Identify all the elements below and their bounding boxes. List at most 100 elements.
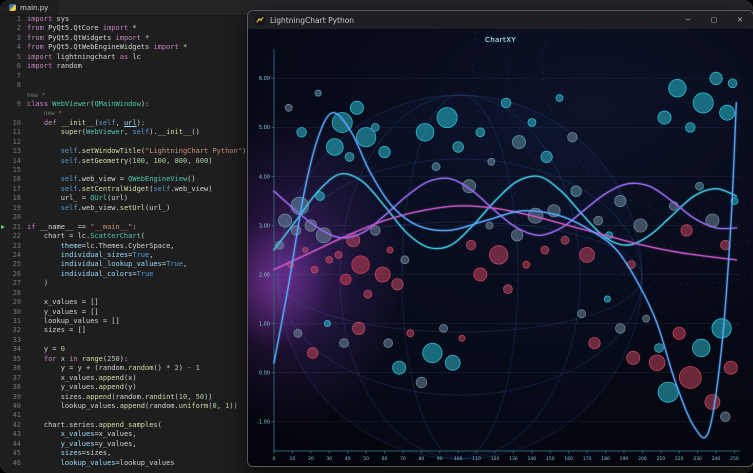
scatter-point <box>474 268 487 281</box>
scatter-point <box>440 324 448 332</box>
line-number[interactable]: 8 <box>0 81 27 90</box>
codelens-label[interactable]: new * <box>27 109 62 118</box>
line-number[interactable]: 20 <box>0 213 27 222</box>
line-number[interactable]: 11 <box>0 128 27 137</box>
chart-canvas[interactable]: ChartXY -1.000.001.002.003.004.005.006.0… <box>248 29 753 466</box>
line-number[interactable]: 21 <box>0 223 27 232</box>
scatter-point <box>423 343 442 362</box>
code-token: lookup_values = [] <box>27 317 120 325</box>
scatter-point <box>556 95 563 102</box>
run-marker-icon[interactable] <box>1 225 5 229</box>
x-tick-label: 120 <box>491 456 500 462</box>
minimize-button[interactable]: ─ <box>675 11 701 29</box>
scatter-point <box>604 296 610 302</box>
line-number[interactable]: 13 <box>0 147 27 156</box>
scatter-point <box>453 142 464 153</box>
code-token: self <box>61 185 78 193</box>
code-token: sys <box>52 15 69 23</box>
line-number[interactable]: 44 <box>0 440 27 449</box>
code-token: () <box>187 175 195 183</box>
line-number[interactable]: 29 <box>0 298 27 307</box>
line-number[interactable]: 17 <box>0 185 27 194</box>
line-number[interactable]: 25 <box>0 260 27 269</box>
line-number[interactable]: 46 <box>0 459 27 468</box>
line-number[interactable]: 24 <box>0 251 27 260</box>
line-number[interactable]: 26 <box>0 270 27 279</box>
code-token: append <box>120 402 145 410</box>
code-token: , <box>166 157 174 165</box>
x-tick-label: 190 <box>620 456 629 462</box>
line-number[interactable]: 37 <box>0 374 27 383</box>
line-number[interactable]: 30 <box>0 308 27 317</box>
y-tick-label: 3.00 <box>259 223 270 229</box>
code-token: , <box>217 402 225 410</box>
line-number[interactable]: 14 <box>0 157 27 166</box>
code-token: import <box>27 53 52 61</box>
line-number[interactable]: 35 <box>0 355 27 364</box>
code-token: lookup_values <box>61 459 116 467</box>
line-number[interactable]: 27 <box>0 279 27 288</box>
scatter-point <box>393 361 406 374</box>
line-number[interactable]: 31 <box>0 317 27 326</box>
code-token: lightningchart <box>52 53 119 61</box>
line-number[interactable]: 41 <box>0 411 27 420</box>
tab-main-py[interactable]: main.py <box>0 0 58 15</box>
code-token: , <box>149 251 153 259</box>
code-token: (y) <box>124 383 137 391</box>
x-tick-label: 160 <box>564 456 573 462</box>
line-number[interactable]: 12 <box>0 138 27 147</box>
line-number[interactable]: 16 <box>0 175 27 184</box>
scatter-point <box>416 124 434 142</box>
line-number[interactable]: 45 <box>0 449 27 458</box>
line-number[interactable]: 34 <box>0 345 27 354</box>
code-token <box>27 175 61 183</box>
line-number[interactable]: 22 <box>0 232 27 241</box>
line-number[interactable]: 19 <box>0 204 27 213</box>
line-number[interactable]: 32 <box>0 326 27 335</box>
line-number[interactable]: 9 <box>0 100 27 109</box>
line-number[interactable]: 39 <box>0 393 27 402</box>
maximize-button[interactable]: ▢ <box>701 11 727 29</box>
line-number[interactable]: 43 <box>0 430 27 439</box>
code-token: y = y + (random. <box>27 364 128 372</box>
code-token: sizes <box>61 449 82 457</box>
line-number[interactable]: 2 <box>0 24 27 33</box>
line-number[interactable]: 15 <box>0 166 27 175</box>
line-number[interactable]: 42 <box>0 421 27 430</box>
code-token: setGeometry <box>82 157 128 165</box>
scatter-point <box>335 251 342 258</box>
line-number[interactable]: 18 <box>0 194 27 203</box>
line-number[interactable] <box>0 91 27 100</box>
code-token: __init__ <box>61 119 95 127</box>
line-number[interactable]: 38 <box>0 383 27 392</box>
line-number[interactable]: 23 <box>0 242 27 251</box>
code-token: QMainWindow <box>94 100 140 108</box>
line-number[interactable]: 6 <box>0 62 27 71</box>
line-number[interactable]: 7 <box>0 72 27 81</box>
line-number[interactable]: 36 <box>0 364 27 373</box>
code-token <box>27 270 61 278</box>
line-number[interactable]: 10 <box>0 119 27 128</box>
code-token: * <box>128 24 136 32</box>
x-tick-label: 70 <box>400 456 406 462</box>
line-number[interactable]: 33 <box>0 336 27 345</box>
code-token: 800 <box>175 157 188 165</box>
line-number[interactable]: 3 <box>0 34 27 43</box>
window-titlebar[interactable]: LightningChart Python ─ ▢ ✕ <box>248 11 753 30</box>
line-number[interactable]: 5 <box>0 53 27 62</box>
scatter-point <box>311 266 318 273</box>
code-token: , <box>183 260 187 268</box>
code-token <box>27 204 61 212</box>
close-button[interactable]: ✕ <box>727 11 753 29</box>
line-number[interactable]: 40 <box>0 402 27 411</box>
code-token: ) - <box>179 364 196 372</box>
tab-label: main.py <box>20 4 48 12</box>
line-number[interactable]: 28 <box>0 289 27 298</box>
codelens-label[interactable]: new * <box>27 91 45 100</box>
line-number[interactable]: 1 <box>0 15 27 24</box>
line-number[interactable]: 4 <box>0 43 27 52</box>
code-token: url <box>124 119 137 127</box>
line-number[interactable] <box>0 109 27 118</box>
code-token: .web_view. <box>78 204 120 212</box>
code-token: in <box>69 355 77 363</box>
